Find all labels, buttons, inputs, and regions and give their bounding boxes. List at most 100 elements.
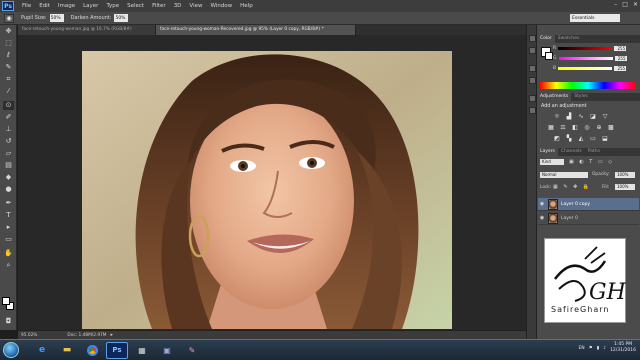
marquee-tool-icon[interactable]: ⬚ (3, 39, 14, 48)
workspace-select[interactable]: Essentials (570, 14, 620, 22)
clone-source-panel-icon[interactable] (529, 107, 536, 114)
lasso-tool-icon[interactable]: ℓ (3, 51, 14, 60)
menu-view[interactable]: View (189, 3, 202, 9)
blur-tool-icon[interactable]: ◆ (3, 173, 14, 182)
foreground-color-swatch[interactable] (2, 297, 10, 305)
threshold-icon[interactable]: ◭ (577, 135, 585, 142)
tab-color[interactable]: Color (537, 35, 555, 43)
start-button[interactable] (3, 342, 19, 358)
menu-file[interactable]: File (22, 3, 31, 9)
invert-icon[interactable]: ◩ (553, 135, 561, 142)
menu-help[interactable]: Help (240, 3, 253, 9)
quick-mask-icon[interactable]: ◘ (3, 317, 14, 326)
volume-icon[interactable]: ♪ (603, 346, 606, 351)
green-slider[interactable] (558, 57, 613, 60)
tab-styles[interactable]: Styles (571, 93, 591, 101)
menu-window[interactable]: Window (210, 3, 232, 9)
zoom-tool-icon[interactable]: ⌕ (3, 261, 14, 270)
visibility-eye-icon[interactable]: ◉ (538, 201, 546, 207)
menu-image[interactable]: Image (58, 3, 75, 9)
color-spectrum-bar[interactable] (540, 82, 636, 89)
red-slider[interactable] (558, 47, 613, 50)
photos-icon[interactable]: ▣ (156, 342, 178, 359)
opacity-input[interactable]: 100% (615, 172, 635, 178)
flag-icon[interactable]: ⚑ (589, 346, 593, 351)
brush-tool-icon[interactable]: ✐ (3, 113, 14, 122)
tab-swatches[interactable]: Swatches (555, 35, 583, 43)
quick-select-tool-icon[interactable]: ✎ (3, 63, 14, 72)
visibility-eye-icon[interactable]: ◉ (538, 215, 546, 221)
layer-filter-icons[interactable]: ▣ ◐ T ▭ ◇ (569, 159, 614, 165)
clone-stamp-tool-icon[interactable]: ⊥ (3, 125, 14, 134)
layer-row[interactable]: ◉ Layer 0 (538, 212, 639, 225)
photo-filter-icon[interactable]: ◎ (583, 124, 591, 131)
brush-panel-icon[interactable] (529, 95, 536, 102)
tab-document-2[interactable]: face-retouch-young-woman-Recovered.jpg @… (156, 25, 356, 35)
color-balance-icon[interactable]: ⚖ (559, 124, 567, 131)
clock[interactable]: 1:45 PM 12/31/2016 (610, 342, 636, 354)
hand-tool-icon[interactable]: ✋ (3, 249, 14, 258)
shape-tool-icon[interactable]: ▭ (3, 235, 14, 244)
properties-panel-icon[interactable] (529, 47, 536, 54)
path-select-tool-icon[interactable]: ▸ (3, 223, 14, 232)
status-menu-icon[interactable]: ▸ (111, 332, 114, 338)
layer-row[interactable]: ◉ Layer 0 copy (538, 198, 639, 211)
zoom-level[interactable]: 95.02% (21, 333, 37, 338)
canvas-area[interactable] (18, 35, 526, 330)
menu-select[interactable]: Select (127, 3, 144, 9)
chrome-icon[interactable] (81, 342, 103, 359)
folder-icon[interactable]: ▬ (56, 342, 78, 359)
posterize-icon[interactable]: ▚ (565, 135, 573, 142)
selective-color-icon[interactable]: ⬓ (601, 135, 609, 142)
menu-edit[interactable]: Edit (39, 3, 50, 9)
character-panel-icon[interactable] (529, 65, 536, 72)
network-icon[interactable]: ▮ (597, 346, 599, 351)
black-white-icon[interactable]: ◧ (571, 124, 579, 131)
exposure-icon[interactable]: ◪ (589, 113, 597, 120)
red-eye-tool-icon[interactable]: ⊙ (3, 101, 14, 110)
crop-tool-icon[interactable]: ⌗ (3, 75, 14, 84)
blend-mode-select[interactable]: Normal (540, 172, 588, 178)
history-panel-icon[interactable] (529, 35, 536, 42)
darken-amount-input[interactable]: 50% (114, 14, 129, 22)
eyedropper-tool-icon[interactable]: ⁄ (3, 87, 14, 96)
menu-filter[interactable]: Filter (152, 3, 166, 9)
close-icon[interactable]: ✕ (633, 1, 638, 8)
move-tool-icon[interactable]: ✥ (3, 27, 14, 36)
tab-layers[interactable]: Layers (537, 148, 558, 156)
paragraph-panel-icon[interactable] (529, 77, 536, 84)
menu-layer[interactable]: Layer (83, 3, 98, 9)
red-value[interactable]: 255 (614, 46, 627, 51)
layer-filter-kind[interactable]: Kind (540, 159, 564, 165)
media-icon[interactable]: ▦ (131, 342, 153, 359)
gradient-tool-icon[interactable]: ▤ (3, 161, 14, 170)
menu-type[interactable]: Type (106, 3, 119, 9)
eraser-tool-icon[interactable]: ▱ (3, 149, 14, 158)
menu-3d[interactable]: 3D (174, 3, 182, 9)
hue-saturation-icon[interactable]: ▦ (547, 124, 555, 131)
background-color-chip[interactable] (545, 52, 553, 60)
paint-icon[interactable]: ✎ (181, 342, 203, 359)
lock-icons[interactable]: ▦ ✎ ✥ 🔒 (553, 184, 591, 190)
blue-slider[interactable] (558, 67, 613, 70)
pupil-size-input[interactable]: 50% (49, 14, 64, 22)
internet-explorer-icon[interactable]: e (31, 342, 53, 359)
channel-mixer-icon[interactable]: ⊕ (595, 124, 603, 131)
history-brush-tool-icon[interactable]: ↺ (3, 137, 14, 146)
minimize-icon[interactable]: – (614, 1, 617, 8)
tab-document-1[interactable]: face-retouch-young-woman.jpg @ 16.7% (RG… (18, 25, 156, 35)
tab-channels[interactable]: Channels (558, 148, 585, 156)
maximize-icon[interactable]: □ (622, 1, 628, 8)
dodge-tool-icon[interactable]: ● (3, 185, 14, 194)
curves-icon[interactable]: ∿ (577, 113, 585, 120)
levels-icon[interactable]: ▟ (565, 113, 573, 120)
tab-adjustments[interactable]: Adjustments (537, 93, 572, 101)
red-eye-tool-icon[interactable]: ◉ (4, 13, 14, 23)
type-tool-icon[interactable]: T (3, 211, 14, 220)
language-indicator[interactable]: EN (578, 346, 584, 351)
tab-paths[interactable]: Paths (585, 148, 603, 156)
pen-tool-icon[interactable]: ✒ (3, 199, 14, 208)
brightness-icon[interactable]: ☼ (553, 113, 561, 120)
vibrance-icon[interactable]: ▽ (601, 113, 609, 120)
portrait-photo[interactable] (82, 51, 452, 329)
